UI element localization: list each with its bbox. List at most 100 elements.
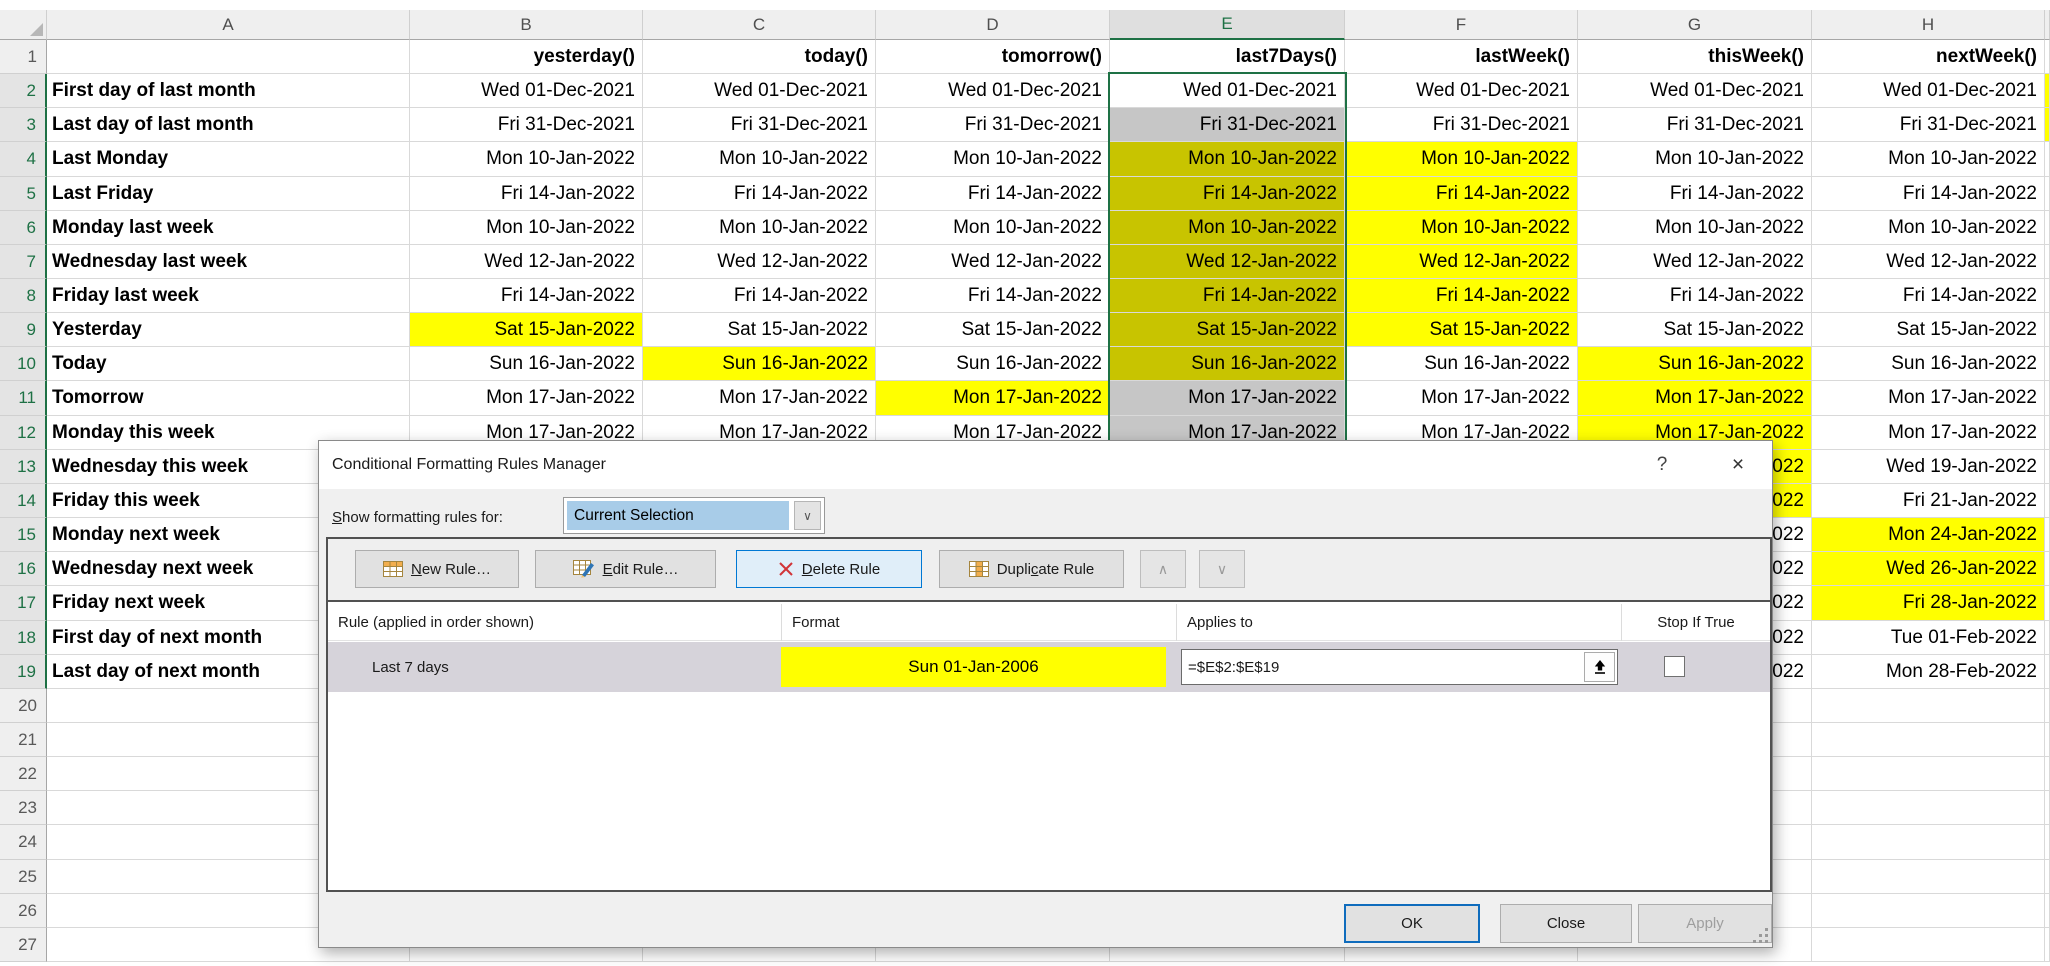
move-rule-up-button[interactable]: ∧ [1140, 550, 1186, 588]
column-header-D[interactable]: D [876, 10, 1110, 40]
cell-I26[interactable] [2045, 894, 2050, 928]
cell-I19[interactable] [2045, 655, 2050, 689]
new-rule-button[interactable]: New Rule… [355, 550, 519, 588]
cell-F6[interactable]: Mon 10-Jan-2022 [1345, 211, 1578, 245]
cell-I27[interactable] [2045, 928, 2050, 962]
row-header-20[interactable]: 20 [0, 689, 47, 723]
cell-D8[interactable]: Fri 14-Jan-2022 [876, 279, 1110, 313]
cell-D2[interactable]: Wed 01-Dec-2021 [876, 74, 1110, 108]
row-header-16[interactable]: 16 [0, 552, 47, 586]
cell-I18[interactable] [2045, 621, 2050, 655]
cell-G4[interactable]: Mon 10-Jan-2022 [1578, 142, 1812, 177]
cell-I11[interactable] [2045, 381, 2050, 416]
cell-F7[interactable]: Wed 12-Jan-2022 [1345, 245, 1578, 279]
row-header-9[interactable]: 9 [0, 313, 47, 347]
cell-I1[interactable] [2045, 40, 2050, 74]
column-header-H[interactable]: H [1812, 10, 2045, 40]
cell-I20[interactable] [2045, 689, 2050, 723]
cell-E2[interactable]: Wed 01-Dec-2021 [1110, 74, 1345, 108]
scope-dropdown[interactable]: Current Selection ∨ [563, 497, 825, 534]
cell-I6[interactable] [2045, 211, 2050, 245]
cell-I22[interactable] [2045, 757, 2050, 791]
cell-I12[interactable] [2045, 416, 2050, 450]
cell-A11[interactable]: Tomorrow [47, 381, 410, 416]
cell-I21[interactable] [2045, 723, 2050, 757]
cell-H2[interactable]: Wed 01-Dec-2021 [1812, 74, 2045, 108]
cell-I25[interactable] [2045, 860, 2050, 894]
cell-E11[interactable]: Mon 17-Jan-2022 [1110, 381, 1345, 416]
cell-E7[interactable]: Wed 12-Jan-2022 [1110, 245, 1345, 279]
cell-H3[interactable]: Fri 31-Dec-2021 [1812, 108, 2045, 142]
duplicate-rule-button[interactable]: Duplicate Rule [939, 550, 1124, 588]
cell-D7[interactable]: Wed 12-Jan-2022 [876, 245, 1110, 279]
row-header-22[interactable]: 22 [0, 757, 47, 791]
cell-I9[interactable] [2045, 313, 2050, 347]
select-all-corner[interactable] [0, 10, 47, 40]
cell-D1[interactable]: tomorrow() [876, 40, 1110, 74]
cell-I3[interactable] [2045, 108, 2050, 142]
cell-B9[interactable]: Sat 15-Jan-2022 [410, 313, 643, 347]
cell-H22[interactable] [1812, 757, 2045, 791]
row-header-21[interactable]: 21 [0, 723, 47, 757]
cell-C8[interactable]: Fri 14-Jan-2022 [643, 279, 876, 313]
cell-H21[interactable] [1812, 723, 2045, 757]
cell-I2[interactable] [2045, 74, 2050, 108]
row-header-12[interactable]: 12 [0, 416, 47, 450]
delete-rule-button[interactable]: Delete Rule [736, 550, 922, 588]
rule-row[interactable]: Last 7 days Sun 01-Jan-2006 =$E$2:$E$19 [328, 642, 1770, 692]
cell-H13[interactable]: Wed 19-Jan-2022 [1812, 450, 2045, 484]
cell-I17[interactable] [2045, 586, 2050, 621]
cell-I4[interactable] [2045, 142, 2050, 177]
cell-B6[interactable]: Mon 10-Jan-2022 [410, 211, 643, 245]
cell-F2[interactable]: Wed 01-Dec-2021 [1345, 74, 1578, 108]
row-header-11[interactable]: 11 [0, 381, 47, 416]
cell-H25[interactable] [1812, 860, 2045, 894]
cell-B7[interactable]: Wed 12-Jan-2022 [410, 245, 643, 279]
cell-C5[interactable]: Fri 14-Jan-2022 [643, 177, 876, 211]
cell-A9[interactable]: Yesterday [47, 313, 410, 347]
cell-I13[interactable] [2045, 450, 2050, 484]
cell-H12[interactable]: Mon 17-Jan-2022 [1812, 416, 2045, 450]
cell-I24[interactable] [2045, 825, 2050, 860]
cell-G7[interactable]: Wed 12-Jan-2022 [1578, 245, 1812, 279]
cell-C4[interactable]: Mon 10-Jan-2022 [643, 142, 876, 177]
column-header-E[interactable]: E [1110, 10, 1345, 40]
column-header-G[interactable]: G [1578, 10, 1812, 40]
cell-D11[interactable]: Mon 17-Jan-2022 [876, 381, 1110, 416]
cell-I5[interactable] [2045, 177, 2050, 211]
cell-F8[interactable]: Fri 14-Jan-2022 [1345, 279, 1578, 313]
column-header-C[interactable]: C [643, 10, 876, 40]
cell-A8[interactable]: Friday last week [47, 279, 410, 313]
cell-E9[interactable]: Sat 15-Jan-2022 [1110, 313, 1345, 347]
cell-F3[interactable]: Fri 31-Dec-2021 [1345, 108, 1578, 142]
cell-H14[interactable]: Fri 21-Jan-2022 [1812, 484, 2045, 518]
cell-C3[interactable]: Fri 31-Dec-2021 [643, 108, 876, 142]
cell-H6[interactable]: Mon 10-Jan-2022 [1812, 211, 2045, 245]
cell-I10[interactable] [2045, 347, 2050, 381]
chevron-down-icon[interactable]: ∨ [794, 501, 821, 530]
cell-B1[interactable]: yesterday() [410, 40, 643, 74]
cell-I14[interactable] [2045, 484, 2050, 518]
applies-to-field[interactable]: =$E$2:$E$19 [1181, 649, 1618, 685]
cell-H10[interactable]: Sun 16-Jan-2022 [1812, 347, 2045, 381]
row-header-10[interactable]: 10 [0, 347, 47, 381]
cell-H16[interactable]: Wed 26-Jan-2022 [1812, 552, 2045, 586]
cell-C6[interactable]: Mon 10-Jan-2022 [643, 211, 876, 245]
cell-D4[interactable]: Mon 10-Jan-2022 [876, 142, 1110, 177]
cell-G5[interactable]: Fri 14-Jan-2022 [1578, 177, 1812, 211]
cell-H11[interactable]: Mon 17-Jan-2022 [1812, 381, 2045, 416]
row-header-19[interactable]: 19 [0, 655, 47, 689]
cell-F10[interactable]: Sun 16-Jan-2022 [1345, 347, 1578, 381]
cell-F5[interactable]: Fri 14-Jan-2022 [1345, 177, 1578, 211]
resize-grip[interactable] [1753, 928, 1769, 944]
cell-G10[interactable]: Sun 16-Jan-2022 [1578, 347, 1812, 381]
cell-A7[interactable]: Wednesday last week [47, 245, 410, 279]
row-header-2[interactable]: 2 [0, 74, 47, 108]
row-header-25[interactable]: 25 [0, 860, 47, 894]
column-header-F[interactable]: F [1345, 10, 1578, 40]
cell-E5[interactable]: Fri 14-Jan-2022 [1110, 177, 1345, 211]
cell-H9[interactable]: Sat 15-Jan-2022 [1812, 313, 2045, 347]
cell-H27[interactable] [1812, 928, 2045, 962]
dialog-titlebar[interactable]: Conditional Formatting Rules Manager ? × [319, 441, 1772, 489]
cell-A4[interactable]: Last Monday [47, 142, 410, 177]
